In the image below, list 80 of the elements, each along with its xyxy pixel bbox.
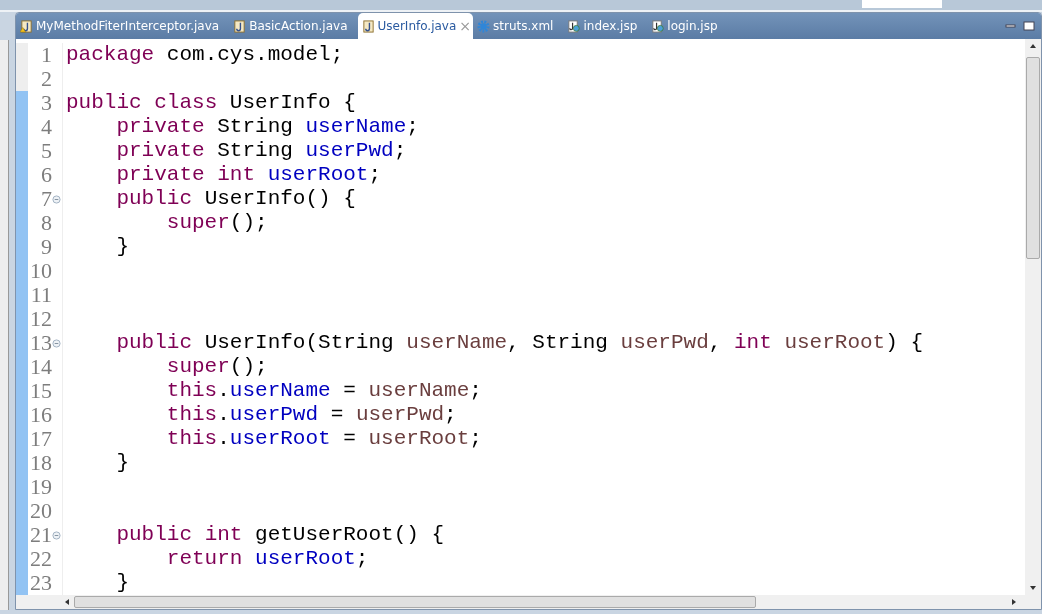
keyword: private <box>115 163 205 186</box>
code-text: } <box>115 235 129 258</box>
code-text: (); <box>229 355 268 378</box>
editor-tab[interactable]: login.jsp <box>647 13 728 39</box>
keyword: class <box>153 91 218 114</box>
keyword: public <box>115 331 193 354</box>
keyword: this <box>165 379 218 402</box>
keyword: private <box>115 115 205 138</box>
code-text: UserInfo { <box>228 91 356 114</box>
java-file-icon <box>361 19 375 33</box>
keyword: super <box>165 355 230 378</box>
code-text: . <box>217 427 230 450</box>
code-text: ; <box>469 427 482 450</box>
collapse-icon[interactable] <box>52 194 61 204</box>
keyword: super <box>165 211 230 234</box>
keyword: private <box>115 139 205 162</box>
close-tab-button[interactable]: × <box>459 18 472 34</box>
code-text: = <box>342 427 357 450</box>
code-text: ; <box>355 547 369 570</box>
editor-tab[interactable]: index.jsp <box>563 13 648 39</box>
editor-tab[interactable]: BasicAction.java <box>229 13 358 39</box>
code-text: String <box>216 139 294 162</box>
keyword: public <box>115 523 193 546</box>
parameter-name: userPwd <box>355 403 445 426</box>
parameter-name: userPwd <box>620 331 709 354</box>
code-text: , String <box>507 331 609 354</box>
field-name: userRoot <box>229 427 331 450</box>
field-name: userRoot <box>266 163 369 186</box>
code-text: UserInfo() { <box>203 187 356 210</box>
editor-tab[interactable]: MyMethodFiterInterceptor.java <box>16 13 230 39</box>
keyword: int <box>216 163 256 186</box>
code-text: ; <box>406 115 419 138</box>
code-text: ; <box>469 379 482 402</box>
editor-tab[interactable]: struts.xml <box>473 13 564 39</box>
collapse-icon[interactable] <box>52 530 61 540</box>
vertical-scrollbar[interactable] <box>1025 39 1041 595</box>
code-text: = <box>329 403 345 426</box>
parameter-name: userName <box>368 379 470 402</box>
parameter-name: userRoot <box>783 331 886 354</box>
code-text: UserInfo(String <box>203 331 395 354</box>
code-text: com.cys.model; <box>165 43 344 66</box>
field-name: userRoot <box>254 547 356 570</box>
code-text: ; <box>444 403 457 426</box>
collapse-icon[interactable] <box>52 338 61 348</box>
code-text: . <box>217 403 230 426</box>
parameter-name: userName <box>406 331 508 354</box>
keyword: this <box>165 427 218 450</box>
code-text: = <box>342 379 357 402</box>
keyword: int <box>733 331 772 354</box>
field-name: userPwd <box>229 403 319 426</box>
code-text: ; <box>368 163 382 186</box>
field-name: userName <box>305 115 407 138</box>
code-text: getUserRoot() { <box>254 523 445 546</box>
java-file-icon <box>233 19 247 33</box>
keyword: package <box>66 43 155 66</box>
keyword: int <box>203 523 243 546</box>
keyword: public <box>115 187 193 210</box>
code-text: . <box>217 379 230 402</box>
jsp-file-icon <box>651 19 665 33</box>
keyword: return <box>165 547 243 570</box>
field-name: userName <box>229 379 331 402</box>
code-text: ) { <box>885 331 923 354</box>
parameter-name: userRoot <box>368 427 470 450</box>
maximize-icon[interactable] <box>1023 20 1035 32</box>
jsp-file-icon <box>567 19 581 33</box>
editor-tab[interactable]: UserInfo.java × <box>357 13 474 39</box>
scroll-thumb[interactable] <box>1026 57 1040 259</box>
code-text: } <box>115 451 129 474</box>
scroll-thumb[interactable] <box>74 596 756 608</box>
gear-icon <box>477 19 491 33</box>
code-text: , <box>708 331 723 354</box>
code-text: } <box>115 571 129 594</box>
code-text: String <box>216 115 294 138</box>
horizontal-scrollbar[interactable] <box>16 595 1041 609</box>
quick-access-field[interactable] <box>862 0 942 8</box>
code-text: ; <box>393 139 407 162</box>
keyword: public <box>66 91 142 114</box>
code-text: (); <box>229 211 268 234</box>
keyword: this <box>165 403 218 426</box>
field-name: userPwd <box>305 139 394 162</box>
